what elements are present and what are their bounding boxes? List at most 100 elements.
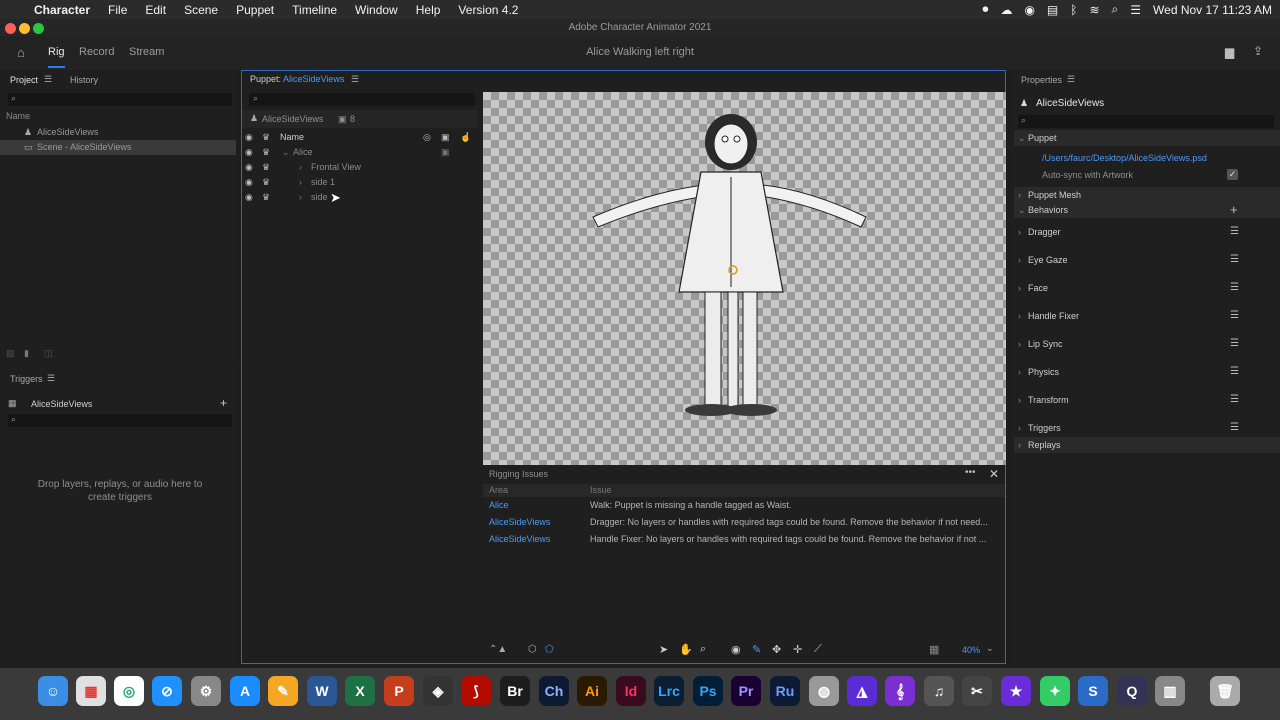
mesh-app-icon[interactable]: ✦ bbox=[1040, 676, 1070, 706]
add-trigger-icon[interactable]: + bbox=[220, 396, 227, 410]
project-search-input[interactable]: ⌕ bbox=[8, 93, 232, 106]
menu-app-name[interactable]: Character bbox=[25, 3, 99, 17]
autosync-checkbox[interactable]: ✓ bbox=[1227, 169, 1238, 180]
final-cut-pro-icon[interactable]: ✂ bbox=[962, 676, 992, 706]
behavior-row[interactable]: › Dragger ☰ bbox=[1014, 218, 1280, 246]
triggers-menu-icon[interactable]: ☰ bbox=[47, 373, 55, 384]
chevron-right-icon[interactable]: › bbox=[299, 175, 302, 190]
eye-icon[interactable]: ◉ bbox=[245, 130, 253, 145]
tab-project[interactable]: Project bbox=[10, 75, 38, 85]
close-icon[interactable]: ✕ bbox=[989, 467, 999, 481]
issue-area-link[interactable]: AliceSideViews bbox=[489, 516, 550, 529]
crown-icon[interactable]: ♛ bbox=[262, 145, 270, 160]
acrobat-icon[interactable]: ⟆ bbox=[461, 676, 491, 706]
clock[interactable]: Wed Nov 17 11:23 AM bbox=[1153, 3, 1272, 17]
properties-title[interactable]: Properties bbox=[1021, 75, 1062, 85]
chevron-down-icon[interactable]: ⌄ bbox=[282, 145, 290, 160]
crown-icon[interactable]: ♛ bbox=[262, 175, 270, 190]
motion-icon[interactable]: ◮ bbox=[847, 676, 877, 706]
behavior-menu-icon[interactable]: ☰ bbox=[1230, 246, 1239, 274]
menu-timeline[interactable]: Timeline bbox=[283, 3, 346, 17]
dragger-tool-icon[interactable]: ✛ bbox=[793, 643, 802, 656]
launchpad-icon[interactable]: ▦ bbox=[76, 676, 106, 706]
character-animator-icon[interactable]: Ch bbox=[539, 676, 569, 706]
behavior-row[interactable]: › Physics ☰ bbox=[1014, 358, 1280, 386]
garageband-icon[interactable]: ♫ bbox=[924, 676, 954, 706]
section-replays[interactable]: › Replays bbox=[1014, 437, 1280, 453]
add-behavior-icon[interactable]: + bbox=[1230, 202, 1238, 218]
davinci-resolve-icon[interactable]: ◈ bbox=[423, 676, 453, 706]
comments-icon[interactable]: ▆ bbox=[1225, 45, 1234, 59]
layer-row[interactable]: ◉ ♛ ⌄ Alice ▣ bbox=[242, 145, 478, 160]
rigging-row[interactable]: AliceSideViews Dragger: No layers or han… bbox=[483, 516, 1005, 532]
finder-icon[interactable]: ☺ bbox=[38, 676, 68, 706]
chevron-right-icon[interactable]: › bbox=[299, 160, 302, 175]
hand-tool-icon[interactable]: ✋ bbox=[679, 643, 693, 656]
group-icon[interactable]: ▣ bbox=[441, 130, 450, 145]
behavior-row[interactable]: › Eye Gaze ☰ bbox=[1014, 246, 1280, 274]
puppet-file-path[interactable]: /Users/faurc/Desktop/AliceSideViews.psd bbox=[1014, 150, 1280, 166]
tab-record[interactable]: Record bbox=[79, 46, 114, 58]
behavior-row[interactable]: › Face ☰ bbox=[1014, 274, 1280, 302]
rigging-row[interactable]: Alice Walk: Puppet is missing a handle t… bbox=[483, 499, 1005, 515]
menu-version[interactable]: Version 4.2 bbox=[449, 3, 527, 17]
triggers-search-input[interactable]: ⌕ bbox=[8, 414, 232, 427]
file-path-link[interactable]: /Users/faurc/Desktop/AliceSideViews.psd bbox=[1042, 150, 1207, 166]
project-item[interactable]: ♟ AliceSideViews bbox=[0, 125, 238, 140]
behavior-menu-icon[interactable]: ☰ bbox=[1230, 330, 1239, 358]
tab-stream[interactable]: Stream bbox=[129, 46, 164, 58]
premiere-rush-icon[interactable]: Ru bbox=[770, 676, 800, 706]
chevron-down-icon[interactable]: ⌄ bbox=[986, 643, 994, 654]
issue-area-link[interactable]: Alice bbox=[489, 499, 509, 512]
photoshop-icon[interactable]: Ps bbox=[693, 676, 723, 706]
menu-puppet[interactable]: Puppet bbox=[227, 3, 283, 17]
behavior-row[interactable]: › Transform ☰ bbox=[1014, 386, 1280, 414]
issue-area-link[interactable]: AliceSideViews bbox=[489, 533, 550, 546]
properties-search-input[interactable]: ⌕ bbox=[1018, 115, 1274, 128]
menu-scene[interactable]: Scene bbox=[175, 3, 227, 17]
wifi-icon[interactable]: ≋ bbox=[1089, 3, 1099, 17]
behavior-menu-icon[interactable]: ☰ bbox=[1230, 302, 1239, 330]
lightroom-classic-icon[interactable]: Lrc bbox=[654, 676, 684, 706]
sketchup-icon[interactable]: S bbox=[1078, 676, 1108, 706]
printer-icon[interactable]: ▤ bbox=[1047, 3, 1058, 17]
new-item-icon[interactable]: ◫ bbox=[44, 348, 53, 359]
puppet-canvas[interactable] bbox=[483, 92, 1006, 465]
system-preferences-icon[interactable]: ⚙ bbox=[191, 676, 221, 706]
compressor-icon[interactable]: ◍ bbox=[809, 676, 839, 706]
eye-icon[interactable]: ◉ bbox=[245, 160, 253, 175]
tab-rig[interactable]: Rig bbox=[48, 46, 65, 68]
spotlight-search-icon[interactable]: ⌕ bbox=[1112, 2, 1119, 17]
tab-history[interactable]: History bbox=[70, 75, 98, 85]
triggers-title[interactable]: Triggers bbox=[10, 374, 43, 384]
minimize-window-button[interactable] bbox=[19, 23, 30, 34]
premiere-pro-icon[interactable]: Pr bbox=[731, 676, 761, 706]
safari-icon[interactable]: ⊘ bbox=[152, 676, 182, 706]
imovie-icon[interactable]: ★ bbox=[1001, 676, 1031, 706]
select-tool-icon[interactable]: ➤ bbox=[659, 643, 668, 656]
home-icon[interactable]: ⌂ bbox=[17, 45, 25, 60]
menu-file[interactable]: File bbox=[99, 3, 136, 17]
project-col-name[interactable]: Name bbox=[6, 111, 30, 121]
eye-icon[interactable]: ◉ bbox=[245, 145, 253, 160]
behavior-row[interactable]: › Handle Fixer ☰ bbox=[1014, 302, 1280, 330]
behavior-menu-icon[interactable]: ☰ bbox=[1230, 274, 1239, 302]
section-puppet-mesh[interactable]: › Puppet Mesh bbox=[1014, 187, 1280, 203]
eye-icon[interactable]: ◉ bbox=[245, 190, 253, 205]
origin-tool-icon[interactable]: ◉ bbox=[731, 643, 741, 656]
touch-icon[interactable]: ☝ bbox=[460, 130, 471, 145]
column-name[interactable]: Name bbox=[280, 130, 304, 145]
mesh-icon[interactable]: ⬡ bbox=[528, 644, 537, 655]
layer-row[interactable]: ◉ ♛ › side 1 bbox=[242, 175, 478, 190]
indesign-icon[interactable]: Id bbox=[616, 676, 646, 706]
more-options-icon[interactable]: ••• bbox=[965, 467, 976, 478]
chrome-icon[interactable]: ◎ bbox=[114, 676, 144, 706]
excel-icon[interactable]: X bbox=[345, 676, 375, 706]
stick-tool-icon[interactable]: ⟋ bbox=[814, 643, 822, 656]
logic-pro-icon[interactable]: 𝄞 bbox=[885, 676, 915, 706]
section-behaviors[interactable]: ⌄ Behaviors + bbox=[1014, 202, 1280, 218]
transparency-grid-icon[interactable]: ▦ bbox=[929, 643, 939, 656]
zoom-tool-icon[interactable]: ⌕ bbox=[700, 643, 706, 656]
properties-menu-icon[interactable]: ☰ bbox=[1067, 74, 1075, 85]
group-icon[interactable]: ▣ bbox=[441, 145, 450, 160]
